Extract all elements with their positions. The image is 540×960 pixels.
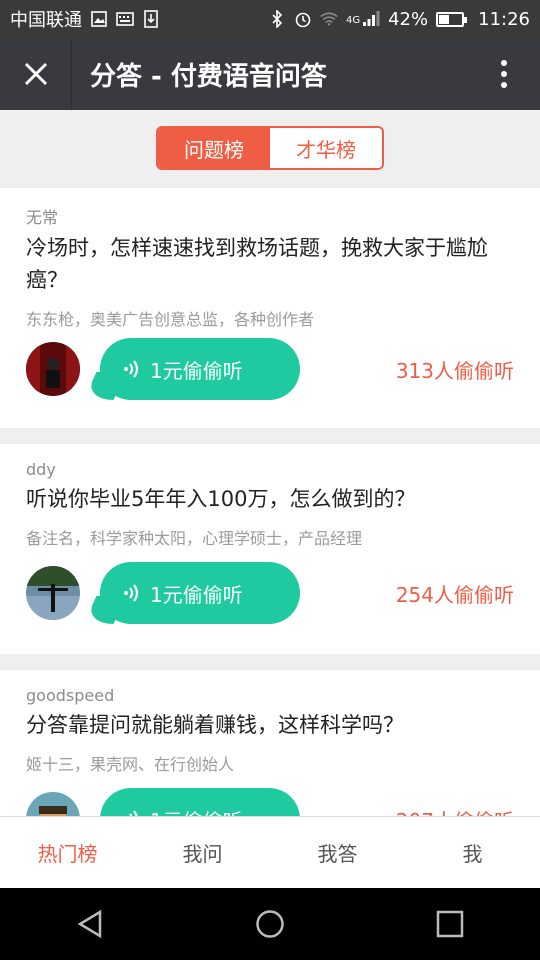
sound-wave-icon <box>122 359 142 379</box>
question-card[interactable]: goodspeed 分答靠提问就能躺着赚钱，这样科学吗？ 姬十三，果壳网、在行创… <box>0 670 540 816</box>
close-icon <box>24 62 47 86</box>
answerer-info: 备注名，科学家种太阳，心理学硕士，产品经理 <box>26 529 363 548</box>
tab-talent-ranking[interactable]: 才华榜 <box>270 128 382 168</box>
status-left: 中国联通 <box>10 6 160 32</box>
card-action-row: 1元偷偷听 207人偷偷听 <box>26 788 514 816</box>
answerer-info: 姬十三，果壳网、在行创始人 <box>26 755 235 774</box>
tab-my-questions[interactable]: 我问 <box>135 817 270 888</box>
question-text: 冷场时，怎样速速找到救场话题，挽救大家于尴尬癌？ <box>26 236 488 292</box>
status-right: 4G 42% 11:26 <box>268 9 530 30</box>
page-title: 分答 - 付费语音问答 <box>90 61 327 92</box>
tab-me[interactable]: 我 <box>405 817 540 888</box>
keyboard-icon <box>116 10 134 28</box>
avatar[interactable] <box>26 566 80 620</box>
system-nav-bar <box>0 888 540 960</box>
listen-button[interactable]: 1元偷偷听 <box>100 562 300 624</box>
question-card[interactable]: 无常 冷场时，怎样速速找到救场话题，挽救大家于尴尬癌？ 东东枪，奥美广告创意总监… <box>0 188 540 428</box>
close-button[interactable] <box>0 38 72 110</box>
wifi-icon <box>320 10 338 28</box>
image-icon <box>90 10 108 28</box>
carrier-label: 中国联通 <box>10 10 82 31</box>
listen-button[interactable]: 1元偷偷听 <box>100 788 300 816</box>
clock: 11:26 <box>478 8 530 30</box>
battery-icon <box>436 11 468 27</box>
answerer-info: 东东枪，奥美广告创意总监，各种创作者 <box>26 310 315 329</box>
price-label: 1元偷偷听 <box>150 358 243 383</box>
price-label: 1元偷偷听 <box>150 805 243 817</box>
asker-name: goodspeed <box>26 686 115 705</box>
recents-button[interactable] <box>420 894 480 954</box>
tab-question-ranking[interactable]: 问题榜 <box>158 128 270 168</box>
back-button[interactable] <box>60 894 120 954</box>
sound-wave-icon <box>122 809 142 816</box>
network-type: 4G <box>345 14 361 26</box>
back-triangle-icon <box>77 909 102 939</box>
card-action-row: 1元偷偷听 313人偷偷听 <box>26 338 514 400</box>
tab-hot-ranking[interactable]: 热门榜 <box>0 817 135 888</box>
listen-button[interactable]: 1元偷偷听 <box>100 338 300 400</box>
question-text: 听说你毕业5年年入100万，怎么做到的？ <box>26 487 416 511</box>
listen-count: 254人偷偷听 <box>395 582 514 607</box>
signal-icon <box>362 10 380 28</box>
card-action-row: 1元偷偷听 254人偷偷听 <box>26 562 514 624</box>
listen-bubble[interactable]: 1元偷偷听 <box>83 562 300 624</box>
tab-my-answers[interactable]: 我答 <box>270 817 405 888</box>
price-label: 1元偷偷听 <box>150 582 243 607</box>
sound-wave-icon <box>122 583 142 603</box>
asker-name: ddy <box>26 460 56 479</box>
more-button[interactable] <box>468 38 540 110</box>
question-feed[interactable]: 无常 冷场时，怎样速速找到救场话题，挽救大家于尴尬癌？ 东东枪，奥美广告创意总监… <box>0 188 540 816</box>
listen-bubble[interactable]: 1元偷偷听 <box>83 338 300 400</box>
listen-count: 207人偷偷听 <box>396 805 514 817</box>
question-card[interactable]: ddy 听说你毕业5年年入100万，怎么做到的？ 备注名，科学家种太阳，心理学硕… <box>0 444 540 654</box>
avatar[interactable] <box>26 792 80 816</box>
bottom-tab-bar: 热门榜 我问 我答 我 <box>0 816 540 888</box>
status-bar: 中国联通 4G 42% 11:26 <box>0 0 540 38</box>
avatar[interactable] <box>26 342 80 396</box>
download-icon <box>142 10 160 28</box>
alarm-icon <box>294 10 312 28</box>
ranking-segment: 问题榜 才华榜 <box>156 126 384 170</box>
recents-square-icon <box>436 910 464 938</box>
asker-name: 无常 <box>26 208 59 227</box>
home-button[interactable] <box>240 894 300 954</box>
question-text: 分答靠提问就能躺着赚钱，这样科学吗？ <box>26 713 404 737</box>
listen-bubble[interactable]: 1元偷偷听 <box>100 788 300 816</box>
more-vertical-icon <box>501 60 507 88</box>
battery-fill <box>439 14 450 24</box>
home-circle-icon <box>256 910 284 938</box>
app-bar: 分答 - 付费语音问答 <box>0 38 540 110</box>
listen-count: 313人偷偷听 <box>395 358 514 383</box>
battery-percent: 42% <box>388 8 429 30</box>
bluetooth-icon <box>268 10 286 28</box>
